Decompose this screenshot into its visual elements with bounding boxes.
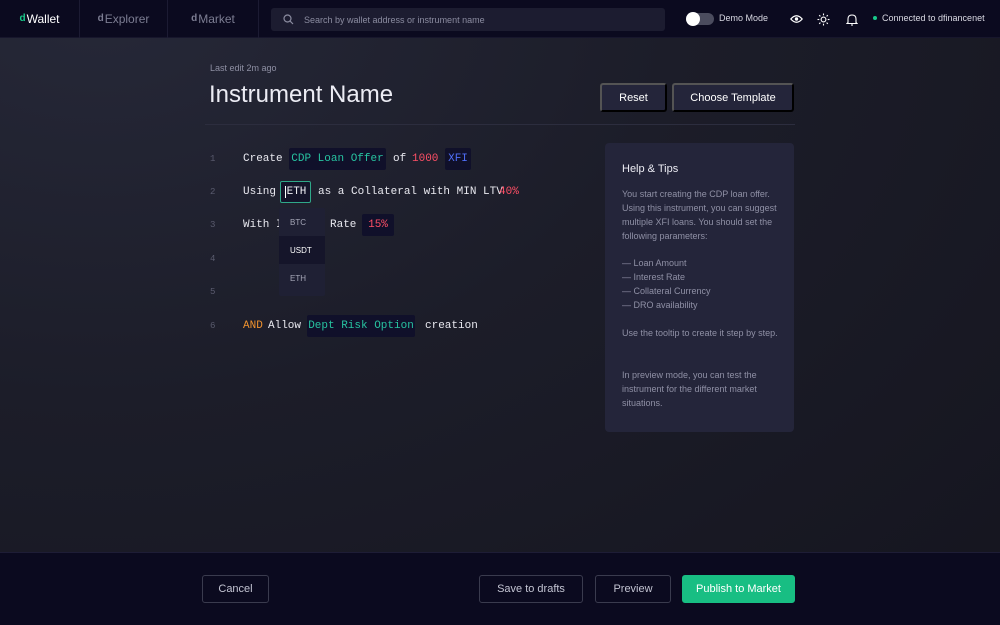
search-bar[interactable] xyxy=(271,8,665,31)
eye-icon[interactable] xyxy=(789,12,803,26)
help-paragraph: In preview mode, you can test the instru… xyxy=(622,370,757,408)
loan-currency-chip[interactable]: XFI xyxy=(445,148,471,170)
cancel-button[interactable]: Cancel xyxy=(202,575,269,603)
currency-dropdown: BTC USDT ETH xyxy=(279,208,325,296)
help-paragraph: You start creating the CDP loan offer. U… xyxy=(622,189,777,241)
demo-mode-toggle-knob xyxy=(686,12,700,26)
tab-wallet-prefix: d xyxy=(19,13,26,24)
footer-bar: Cancel Save to drafts Preview Publish to… xyxy=(0,552,1000,625)
code-word: creation xyxy=(425,320,478,332)
help-param: — Loan Amount xyxy=(622,258,687,268)
min-ltv-value[interactable]: 40% xyxy=(499,186,519,198)
preview-button[interactable]: Preview xyxy=(595,575,671,603)
demo-mode-label: Demo Mode xyxy=(719,13,769,23)
text-caret xyxy=(284,186,286,198)
help-tips-panel: Help & Tips You start creating the CDP l… xyxy=(605,143,794,432)
tab-explorer[interactable]: d Explorer xyxy=(80,0,168,38)
line-number: 4 xyxy=(210,254,216,264)
dept-risk-option-chip[interactable]: Dept Risk Option xyxy=(307,315,415,337)
dropdown-option-eth[interactable]: ETH xyxy=(279,264,325,292)
choose-template-button[interactable]: Choose Template xyxy=(672,83,794,112)
connection-label: Connected to dfinancenet xyxy=(882,13,985,23)
code-word: Allow xyxy=(268,320,302,332)
line-number: 6 xyxy=(210,321,216,331)
operator-and: AND xyxy=(243,320,263,332)
bell-icon[interactable] xyxy=(845,12,859,26)
tab-market[interactable]: d Market xyxy=(168,0,259,38)
line-number: 3 xyxy=(210,220,216,230)
help-paragraph: Use the tooltip to create it step by ste… xyxy=(622,328,778,338)
code-word: of xyxy=(393,153,407,165)
instrument-type-chip[interactable]: CDP Loan Offer xyxy=(289,148,386,170)
demo-mode-toggle[interactable] xyxy=(686,12,714,26)
last-edit-label: Last edit 2m ago xyxy=(210,63,277,73)
publish-to-market-button[interactable]: Publish to Market xyxy=(682,575,795,603)
tab-wallet-label: Wallet xyxy=(26,11,60,26)
code-word: Using xyxy=(243,186,277,198)
code-word: With I xyxy=(243,219,283,231)
tab-wallet[interactable]: d Wallet xyxy=(0,0,80,38)
tab-explorer-prefix: d xyxy=(97,13,104,24)
reset-button[interactable]: Reset xyxy=(600,83,667,112)
instrument-name-title[interactable]: Instrument Name xyxy=(209,81,393,109)
help-param: — Collateral Currency xyxy=(622,286,711,296)
code-word: as a Collateral with MIN LTV xyxy=(318,186,503,198)
dropdown-option-usdt[interactable]: USDT xyxy=(279,236,325,264)
search-input[interactable] xyxy=(304,14,644,25)
line-number: 5 xyxy=(210,287,216,297)
tab-explorer-label: Explorer xyxy=(104,11,150,26)
header-divider xyxy=(205,124,795,125)
code-word: Rate xyxy=(330,219,357,231)
tab-market-label: Market xyxy=(198,11,235,26)
search-icon xyxy=(283,14,294,25)
collateral-currency-value: ETH xyxy=(286,186,307,198)
loan-amount-value[interactable]: 1000 xyxy=(412,153,438,165)
connection-dot xyxy=(873,16,877,20)
help-param: — DRO availability xyxy=(622,300,698,310)
help-title: Help & Tips xyxy=(622,163,679,175)
sun-icon[interactable] xyxy=(816,12,830,26)
dropdown-option-btc[interactable]: BTC xyxy=(279,208,325,236)
connection-status: Connected to dfinancenet xyxy=(873,13,985,23)
collateral-currency-input[interactable]: ETH xyxy=(280,181,311,203)
code-word: Create xyxy=(243,153,283,165)
save-to-drafts-button[interactable]: Save to drafts xyxy=(479,575,583,603)
help-param: — Interest Rate xyxy=(622,272,686,282)
interest-rate-chip[interactable]: 15% xyxy=(362,214,394,236)
line-number: 2 xyxy=(210,187,216,197)
tab-market-prefix: d xyxy=(191,13,198,24)
line-number: 1 xyxy=(210,154,216,164)
